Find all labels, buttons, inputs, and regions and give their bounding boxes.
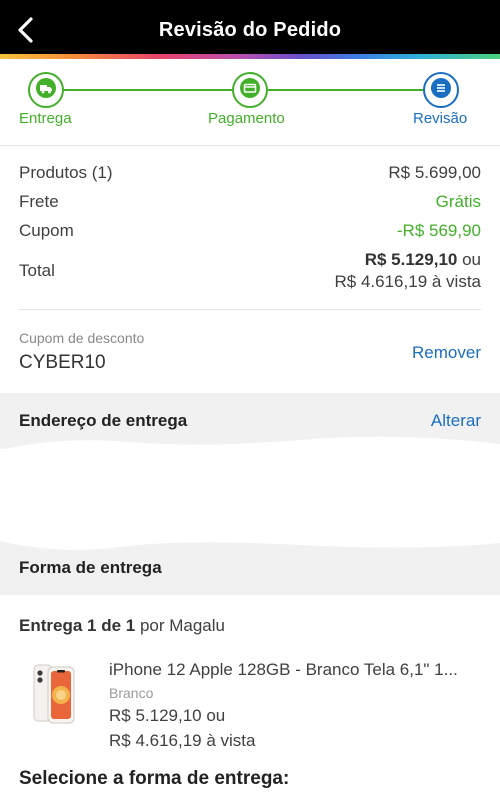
shipping-value: Grátis [435,192,481,211]
app-header: Revisão do Pedido [0,0,500,58]
coupon-discount-label: Cupom [19,221,74,240]
shipping-label: Frete [19,192,59,211]
delivery-title: Forma de entrega [19,558,162,577]
delivery-count-suffix: por Magalu [135,616,225,635]
step-connector [63,89,233,91]
divider [0,145,500,146]
product-cash-price: R$ 4.616,19 à vista [109,731,256,750]
total-label: Total [19,261,55,280]
truck-icon [36,77,56,103]
wave-divider [0,539,500,550]
change-address-button[interactable]: Alterar [431,411,481,431]
delivery-count-prefix: Entrega 1 de 1 [19,616,136,635]
total-value: R$ 5.129,10 ou R$ 4.616,19 à vista [335,249,481,293]
divider [19,309,481,310]
wave-divider [0,436,500,450]
product-image [33,664,75,724]
product-price: R$ 5.129,10 ou [109,706,226,725]
select-delivery-title: Selecione a forma de entrega: [19,768,290,789]
product-variant: Branco [109,685,154,701]
remove-coupon-button[interactable]: Remover [412,343,481,363]
step-review[interactable] [423,72,459,108]
delivery-count: Entrega 1 de 1 por Magalu [19,616,225,636]
total-cash: R$ 4.616,19 à vista [334,272,481,291]
coupon-discount-value: -R$ 569,90 [396,221,481,240]
products-label: Produtos (1) [19,163,113,182]
total-amount: R$ 5.129,10 [364,250,458,269]
checkout-stepper: Entrega Pagamento Revisão [0,59,500,145]
step-label-delivery: Entrega [19,110,72,127]
total-suffix: ou [457,250,481,269]
coupon-code: CYBER10 [19,352,106,373]
step-payment[interactable] [232,72,268,108]
product-name[interactable]: iPhone 12 Apple 128GB - Branco Tela 6,1"… [109,660,484,680]
step-label-payment: Pagamento [208,110,285,127]
products-value: R$ 5.699,00 [388,163,481,182]
credit-card-icon [240,77,260,103]
coupon-field-label: Cupom de desconto [19,330,145,346]
step-connector [268,89,424,91]
page-title: Revisão do Pedido [158,19,342,41]
step-delivery[interactable] [28,72,64,108]
step-label-review: Revisão [413,110,468,127]
address-title: Endereço de entrega [19,411,188,430]
list-icon [431,77,451,103]
